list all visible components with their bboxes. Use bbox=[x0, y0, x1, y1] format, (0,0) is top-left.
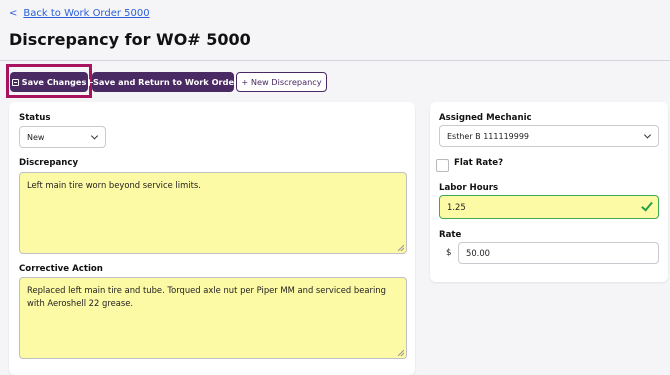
chevron-down-icon bbox=[90, 132, 99, 140]
resize-grip-icon[interactable] bbox=[398, 245, 404, 251]
assignment-card: Assigned Mechanic Esther B 111119999 Fla… bbox=[430, 102, 668, 282]
flat-rate-checkbox[interactable] bbox=[436, 159, 449, 172]
status-select[interactable]: New bbox=[19, 126, 106, 148]
flat-rate-label: Flat Rate? bbox=[454, 158, 504, 168]
save-icon bbox=[11, 78, 19, 86]
rate-input[interactable]: 50.00 bbox=[458, 242, 659, 264]
save-and-return-label: Save and Return to Work Order bbox=[92, 77, 239, 87]
discrepancy-label: Discrepancy bbox=[19, 158, 79, 168]
chevron-down-icon bbox=[643, 131, 652, 139]
discrepancy-details-card: Status New Discrepancy Left main tire wo… bbox=[9, 102, 415, 375]
status-label: Status bbox=[19, 113, 51, 123]
currency-symbol: $ bbox=[446, 248, 452, 258]
checkmark-icon bbox=[641, 199, 653, 212]
labor-hours-label: Labor Hours bbox=[439, 183, 499, 193]
assigned-mechanic-label: Assigned Mechanic bbox=[439, 113, 532, 123]
corrective-action-label: Corrective Action bbox=[19, 264, 103, 274]
new-discrepancy-label: + New Discrepancy bbox=[241, 77, 322, 87]
resize-grip-icon[interactable] bbox=[398, 350, 404, 356]
header-divider bbox=[0, 60, 670, 61]
assigned-mechanic-select[interactable]: Esther B 111119999 bbox=[439, 125, 659, 147]
chevron-left-icon: < bbox=[9, 8, 18, 19]
save-and-return-button[interactable]: Save and Return to Work Order bbox=[87, 72, 238, 92]
back-to-work-order-link[interactable]: < Back to Work Order 5000 bbox=[9, 8, 150, 19]
discrepancy-text: Left main tire worn beyond service limit… bbox=[27, 180, 201, 190]
discrepancy-textarea[interactable]: Left main tire worn beyond service limit… bbox=[19, 172, 407, 254]
labor-hours-input[interactable]: 1.25 bbox=[439, 195, 659, 219]
save-changes-label: Save Changes bbox=[21, 77, 87, 87]
corrective-action-text: Replaced left main tire and tube. Torque… bbox=[27, 285, 386, 308]
save-icon bbox=[87, 78, 93, 86]
page-title: Discrepancy for WO# 5000 bbox=[9, 30, 251, 49]
labor-hours-value: 1.25 bbox=[447, 202, 466, 212]
save-changes-button[interactable]: Save Changes bbox=[10, 72, 88, 92]
status-value: New bbox=[27, 132, 45, 142]
back-link-label[interactable]: Back to Work Order 5000 bbox=[23, 8, 149, 19]
rate-value: 50.00 bbox=[466, 248, 490, 258]
new-discrepancy-button[interactable]: + New Discrepancy bbox=[236, 72, 327, 92]
corrective-action-textarea[interactable]: Replaced left main tire and tube. Torque… bbox=[19, 277, 407, 359]
rate-label: Rate bbox=[439, 230, 462, 240]
assigned-mechanic-value: Esther B 111119999 bbox=[447, 131, 530, 141]
